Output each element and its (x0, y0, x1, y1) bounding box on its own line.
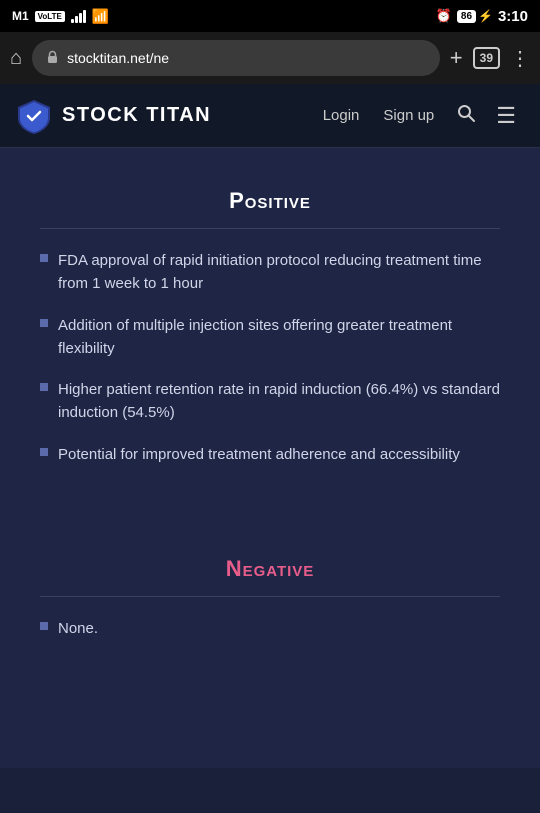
positive-section: Positive FDA approval of rapid initiatio… (16, 168, 524, 496)
address-text: stocktitan.net/ne (67, 50, 426, 66)
list-item: Addition of multiple injection sites off… (40, 314, 500, 361)
negative-bullet-list: None. (40, 617, 500, 640)
positive-title: Positive (40, 188, 500, 214)
bullet-square-icon (40, 383, 48, 391)
time-display: 3:10 (498, 8, 528, 25)
carrier-label: M1 (12, 9, 29, 23)
bullet-square-icon (40, 319, 48, 327)
alarm-icon: ⏰ (436, 8, 452, 24)
negative-title: Negative (40, 556, 500, 582)
tab-count-badge[interactable]: 39 (473, 47, 500, 69)
positive-bullet-2: Addition of multiple injection sites off… (58, 314, 500, 361)
search-icon[interactable] (448, 97, 484, 134)
site-title: STOCK TITAN (62, 104, 211, 127)
list-item: Potential for improved treatment adheren… (40, 443, 500, 466)
positive-bullet-3: Higher patient retention rate in rapid i… (58, 378, 500, 425)
negative-divider (40, 596, 500, 597)
battery-level: 86 (457, 10, 476, 23)
negative-bullet-1: None. (58, 617, 98, 640)
list-item: Higher patient retention rate in rapid i… (40, 378, 500, 425)
wifi-icon: 📶 (92, 8, 109, 25)
negative-section: Negative None. (16, 536, 524, 670)
list-item: FDA approval of rapid initiation protoco… (40, 249, 500, 296)
address-bar[interactable]: stocktitan.net/ne (32, 40, 440, 76)
positive-title-text: Positive (229, 188, 311, 213)
positive-divider (40, 228, 500, 229)
signal-bar-4 (83, 10, 86, 23)
signal-bar-1 (71, 19, 74, 23)
status-left: M1 VoLTE 📶 (12, 8, 109, 25)
battery-container: 86 ⚡ (457, 9, 493, 23)
volte-badge: VoLTE (35, 11, 65, 22)
browser-chrome: ⌂ stocktitan.net/ne + 39 ⋮ (0, 32, 540, 84)
bullet-square-icon (40, 448, 48, 456)
signal-bars (71, 9, 86, 23)
signup-link[interactable]: Sign up (373, 101, 444, 130)
list-item: None. (40, 617, 500, 640)
lock-icon (46, 50, 59, 67)
bullet-square-icon (40, 254, 48, 262)
login-link[interactable]: Login (313, 101, 370, 130)
bullet-square-icon (40, 622, 48, 630)
add-tab-button[interactable]: + (450, 45, 463, 71)
negative-title-text: Negative (226, 556, 315, 581)
signal-bar-3 (79, 13, 82, 23)
header-nav: Login Sign up ☰ (313, 97, 524, 135)
positive-bullet-1: FDA approval of rapid initiation protoco… (58, 249, 500, 296)
status-bar: M1 VoLTE 📶 ⏰ 86 ⚡ 3:10 (0, 0, 540, 32)
logo-shield-icon (16, 98, 52, 134)
logo-container: STOCK TITAN (16, 98, 211, 134)
bolt-icon: ⚡ (478, 9, 493, 23)
browser-menu-button[interactable]: ⋮ (510, 46, 530, 71)
home-icon[interactable]: ⌂ (10, 47, 22, 70)
site-header: STOCK TITAN Login Sign up ☰ (0, 84, 540, 148)
signal-bar-2 (75, 16, 78, 23)
section-gap (0, 516, 540, 536)
main-content: Positive FDA approval of rapid initiatio… (0, 148, 540, 768)
positive-bullet-4: Potential for improved treatment adheren… (58, 443, 460, 466)
hamburger-menu-icon[interactable]: ☰ (488, 97, 524, 135)
positive-bullet-list: FDA approval of rapid initiation protoco… (40, 249, 500, 466)
status-right: ⏰ 86 ⚡ 3:10 (436, 8, 528, 25)
